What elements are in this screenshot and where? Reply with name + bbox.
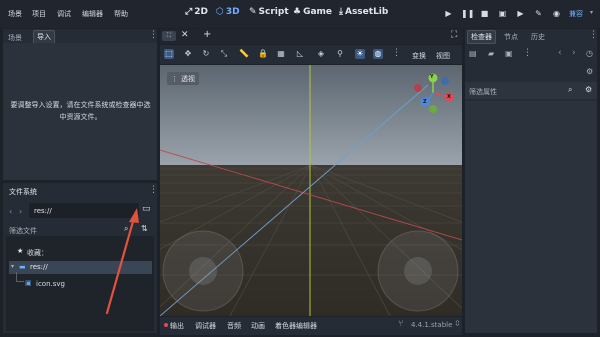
annotation-arrow xyxy=(105,208,139,315)
